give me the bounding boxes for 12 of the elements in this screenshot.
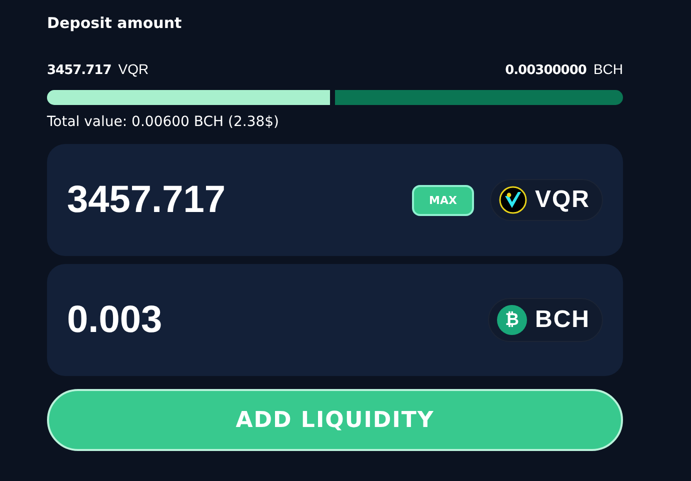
token-selector[interactable]: VQR (490, 179, 603, 221)
amount-field[interactable]: 3457.717 MAX VQR (47, 144, 623, 256)
amount-field[interactable]: 0.003 ₿ BCH (47, 264, 623, 376)
coin-icon: ₿ (497, 305, 527, 335)
check-logo-icon (498, 186, 527, 214)
total-value: Total value: 0.00600 BCH (2.38$) (47, 114, 280, 130)
token-symbol: VQR (118, 61, 149, 77)
token-selector[interactable]: ₿ BCH (488, 298, 603, 342)
token-symbol: BCH (593, 61, 623, 77)
token-amount: 0.00300000 (505, 63, 586, 78)
token-amount: 3457.717 (47, 63, 112, 78)
section-title: Deposit amount (47, 14, 183, 34)
